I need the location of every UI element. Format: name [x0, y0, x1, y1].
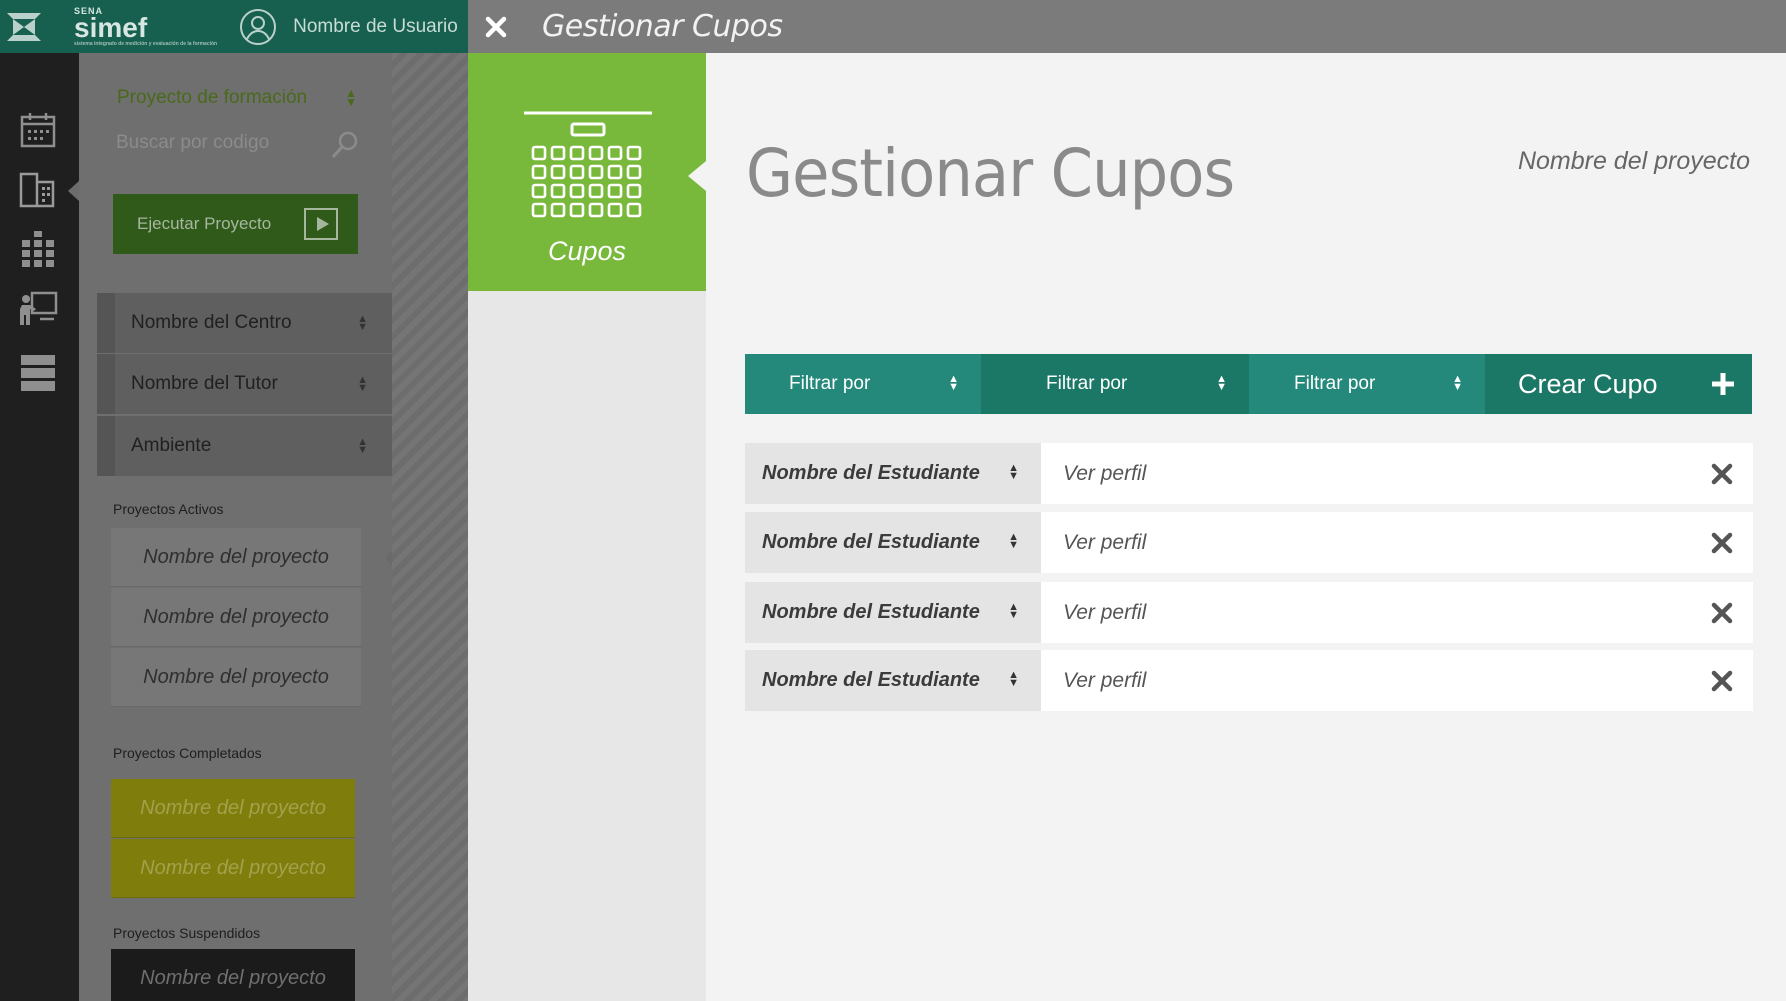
module-label: Cupos [547, 236, 627, 266]
filter-toolbar: Filtrar por ▲ ▼ Filtrar por ▲ ▼ Filtrar po… [745, 354, 1752, 414]
hatched-divider [392, 53, 468, 1001]
sort-chevron-icon: ▲ ▼ [1008, 601, 1019, 621]
modal-content: Gestionar Cupos Nombre del proyecto Filt… [706, 53, 1786, 1001]
rail-active-indicator [68, 181, 79, 201]
student-row: Nombre del Estudiante ▲ ▼ Ver perfil [745, 582, 1753, 643]
icon-rail [0, 53, 79, 1001]
building-icon[interactable] [18, 170, 58, 210]
suspended-projects-heading: Proyectos Suspendidos [113, 925, 261, 941]
environment-filter[interactable]: Ambiente ▲ ▼ [97, 416, 392, 476]
sort-chevron-icon: ▲ ▼ [357, 374, 368, 394]
view-profile-link[interactable]: Ver perfil [1063, 669, 1146, 693]
cupos-module-tile[interactable]: Cupos [468, 53, 706, 291]
filter-select-3[interactable]: Filtrar por ▲ ▼ [1249, 354, 1485, 414]
view-profile-link[interactable]: Ver perfil [1063, 462, 1146, 486]
app-header: SENA simef sistema integrado de medición… [0, 0, 468, 53]
remove-icon[interactable] [1711, 670, 1733, 692]
user-name[interactable]: Nombre de Usuario [293, 16, 458, 38]
execute-project-button[interactable]: Ejecutar Proyecto [113, 194, 358, 254]
completed-project-item[interactable]: Nombre del proyecto [111, 839, 355, 898]
active-project-item[interactable]: Nombre del proyecto [111, 648, 361, 707]
module-active-indicator [688, 161, 706, 191]
student-name-select[interactable]: Nombre del Estudiante ▲ ▼ [745, 443, 1041, 504]
module-column: Cupos [468, 53, 706, 1001]
student-row: Nombre del Estudiante ▲ ▼ Ver perfil [745, 512, 1753, 573]
grid-icon[interactable] [18, 229, 58, 269]
modal-title: Gestionar Cupos [542, 9, 783, 44]
sort-chevron-icon: ▲ ▼ [357, 313, 368, 333]
suspended-project-item[interactable]: Nombre del proyecto [111, 949, 355, 1001]
simef-logo: SENA simef sistema integrado de medición… [74, 5, 218, 47]
sort-chevron-icon: ▲ ▼ [1216, 373, 1227, 393]
student-row: Nombre del Estudiante ▲ ▼ Ver perfil [745, 443, 1753, 504]
remove-icon[interactable] [1711, 532, 1733, 554]
seats-grid-icon [524, 111, 652, 218]
student-name-select[interactable]: Nombre del Estudiante ▲ ▼ [745, 582, 1041, 643]
search-icon[interactable] [330, 130, 360, 160]
student-name-select[interactable]: Nombre del Estudiante ▲ ▼ [745, 650, 1041, 711]
server-icon[interactable] [18, 353, 58, 393]
filter-select-1[interactable]: Filtrar por ▲ ▼ [745, 354, 981, 414]
user-avatar-icon[interactable] [239, 8, 277, 46]
center-filter[interactable]: Nombre del Centro ▲ ▼ [97, 293, 392, 353]
calendar-icon[interactable] [18, 110, 58, 150]
project-search[interactable]: Buscar por codigo [116, 130, 360, 162]
sena-logo-icon [0, 0, 48, 53]
completed-projects-heading: Proyectos Completados [113, 745, 262, 761]
close-icon[interactable] [484, 15, 508, 39]
completed-project-item[interactable]: Nombre del proyecto [111, 779, 355, 838]
page-title: Gestionar Cupos [746, 135, 1235, 212]
remove-icon[interactable] [1711, 463, 1733, 485]
sort-chevron-icon: ▲ ▼ [345, 86, 357, 109]
sort-chevron-icon: ▲ ▼ [1008, 462, 1019, 482]
sort-chevron-icon: ▲ ▼ [1008, 531, 1019, 551]
sort-chevron-icon: ▲ ▼ [948, 373, 959, 393]
active-project-item[interactable]: Nombre del proyecto [111, 588, 361, 647]
view-profile-link[interactable]: Ver perfil [1063, 531, 1146, 555]
remove-icon[interactable] [1711, 602, 1733, 624]
presentation-icon[interactable] [18, 289, 58, 329]
tutor-filter[interactable]: Nombre del Tutor ▲ ▼ [97, 354, 392, 414]
active-project-item[interactable]: Nombre del proyecto [111, 528, 361, 587]
project-name: Nombre del proyecto [1517, 147, 1750, 175]
project-type-select[interactable]: Proyecto de formación ▲ ▼ [117, 87, 357, 109]
play-icon [304, 208, 338, 240]
view-profile-link[interactable]: Ver perfil [1063, 601, 1146, 625]
filter-select-2[interactable]: Filtrar por ▲ ▼ [981, 354, 1249, 414]
create-cupo-button[interactable]: Crear Cupo [1485, 354, 1752, 414]
active-projects-heading: Proyectos Activos [113, 501, 224, 517]
student-name-select[interactable]: Nombre del Estudiante ▲ ▼ [745, 512, 1041, 573]
modal-header: Gestionar Cupos [468, 0, 1786, 53]
project-sidebar: Proyecto de formación ▲ ▼ Buscar por codi… [79, 53, 394, 1001]
student-row: Nombre del Estudiante ▲ ▼ Ver perfil [745, 650, 1753, 711]
plus-icon [1712, 373, 1734, 395]
sort-chevron-icon: ▲ ▼ [1008, 669, 1019, 689]
sort-chevron-icon: ▲ ▼ [1452, 373, 1463, 393]
sort-chevron-icon: ▲ ▼ [357, 436, 368, 456]
